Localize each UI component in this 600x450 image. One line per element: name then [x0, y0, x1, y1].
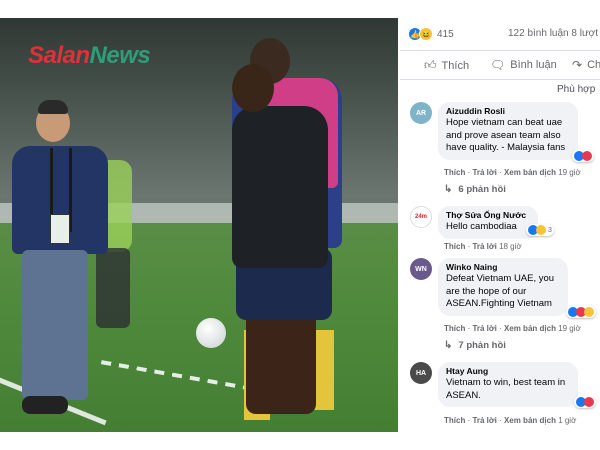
post-actions-bar: 👍︎ Thích 🗨︎ Bình luận ↷ Ch	[400, 50, 600, 80]
comment-bubble: Htay Aung Vietnam to win, best team in A…	[438, 362, 578, 407]
comment-author[interactable]: Aizuddin Rosli	[446, 106, 570, 116]
view-replies-link[interactable]: ↳ 6 phản hồi	[444, 184, 506, 195]
like-link[interactable]: Thích	[444, 416, 465, 425]
comment-meta: Thích · Trả lời · Xem bản dịch 1 giờ	[444, 416, 577, 425]
reply-link[interactable]: Trả lời	[472, 416, 496, 425]
football	[196, 318, 226, 348]
comment-reactions[interactable]	[572, 150, 594, 162]
replies-count: 6 phản hồi	[458, 184, 506, 195]
comment-time[interactable]: 19 giờ	[558, 324, 581, 333]
like-link[interactable]: Thích	[444, 168, 465, 177]
coach-shoes	[22, 396, 68, 414]
coach-legs	[22, 250, 88, 400]
comment-button[interactable]: 🗨︎ Bình luận	[490, 58, 557, 72]
like-button[interactable]: 👍︎ Thích	[424, 58, 469, 73]
share-icon: ↷	[572, 58, 583, 72]
reply-link[interactable]: Trả lời	[472, 168, 496, 177]
logo-n-letter: N	[89, 42, 107, 69]
logo-part-2: ews	[106, 42, 151, 69]
comment-text: Defeat Vietnam UAE, you are the hope of …	[446, 273, 555, 309]
staff-body	[232, 106, 328, 268]
comment-icon: 🗨︎	[490, 58, 506, 72]
comment-author[interactable]: Thợ Sửa Ống Nước	[446, 210, 530, 220]
avatar[interactable]: WN	[410, 258, 432, 280]
love-reaction-icon	[584, 397, 594, 407]
translate-link[interactable]: Xem bản dịch	[504, 168, 556, 177]
salan-news-logo: SalanNews	[28, 42, 151, 70]
comment-reaction-count: 3	[548, 226, 552, 234]
comment-bubble: Aizuddin Rosli Hope vietnam can beat uae…	[438, 102, 578, 160]
comment-reactions[interactable]: 3	[526, 224, 554, 236]
translate-link[interactable]: Xem bản dịch	[504, 416, 556, 425]
comment-meta: Thích · Trả lời · Xem bản dịch 19 giờ	[444, 324, 581, 333]
translate-link[interactable]: Xem bản dịch	[504, 324, 556, 333]
like-label: Thích	[441, 59, 470, 72]
comment-author[interactable]: Winko Naing	[446, 262, 560, 272]
haha-reaction-icon	[536, 225, 546, 235]
thumbs-up-icon: 👍︎	[424, 58, 437, 72]
avatar[interactable]: 24m	[410, 206, 432, 228]
comment-text: Hello cambodiaa	[446, 221, 517, 232]
comment-label: Bình luận	[510, 59, 557, 71]
like-link[interactable]: Thích	[444, 324, 465, 333]
comment-bubble: Thợ Sửa Ống Nước Hello cambodiaa	[438, 206, 538, 239]
comment-time[interactable]: 19 giờ	[558, 168, 581, 177]
comment-author[interactable]: Htay Aung	[446, 366, 570, 376]
replies-count: 7 phản hồi	[458, 340, 506, 351]
news-photo: SalanNews	[0, 18, 398, 432]
view-replies-link[interactable]: ↳ 7 phản hồi	[444, 340, 506, 351]
reply-arrow-icon: ↳	[444, 340, 453, 351]
comment-reactions[interactable]	[566, 306, 596, 318]
share-count: 8 lượt	[571, 28, 598, 39]
haha-reaction-icon	[584, 307, 594, 317]
comment-sort-dropdown[interactable]: Phù hợp	[557, 84, 595, 95]
reply-link[interactable]: Trả lời	[472, 242, 496, 251]
staff-head	[232, 64, 274, 112]
comment-bubble: Winko Naing Defeat Vietnam UAE, you are …	[438, 258, 568, 316]
comment-time[interactable]: 1 giờ	[558, 416, 576, 425]
comment-count: 122 bình luận	[508, 28, 569, 39]
coach-badge	[50, 214, 70, 244]
reply-link[interactable]: Trả lời	[472, 324, 496, 333]
avatar[interactable]: HA	[410, 362, 432, 384]
like-link[interactable]: Thích	[444, 242, 465, 251]
facebook-comments-panel: 👍 😆 415 122 bình luận 8 lượt 👍︎ Thích 🗨︎…	[400, 18, 600, 432]
coach-hair	[38, 100, 68, 114]
comment-share-count[interactable]: 122 bình luận 8 lượt	[508, 28, 598, 39]
logo-part-1: Salan	[28, 42, 90, 69]
haha-reaction-icon: 😆	[419, 27, 433, 41]
comment-reactions[interactable]	[574, 396, 596, 408]
comment-time[interactable]: 18 giờ	[499, 242, 522, 251]
comment-text: Vietnam to win, best team in ASEAN.	[446, 377, 566, 401]
comment-text: Hope vietnam can beat uae and prove asea…	[446, 117, 566, 153]
reply-arrow-icon: ↳	[444, 184, 453, 195]
share-label: Ch	[587, 59, 600, 71]
comment-meta: Thích · Trả lời 18 giờ	[444, 242, 522, 251]
avatar[interactable]: AR	[410, 102, 432, 124]
love-reaction-icon	[582, 151, 592, 161]
reaction-count: 415	[437, 28, 454, 40]
substitute-player-legs	[96, 248, 130, 328]
comment-meta: Thích · Trả lời · Xem bản dịch 19 giờ	[444, 168, 581, 177]
share-button[interactable]: ↷ Ch	[572, 58, 600, 72]
